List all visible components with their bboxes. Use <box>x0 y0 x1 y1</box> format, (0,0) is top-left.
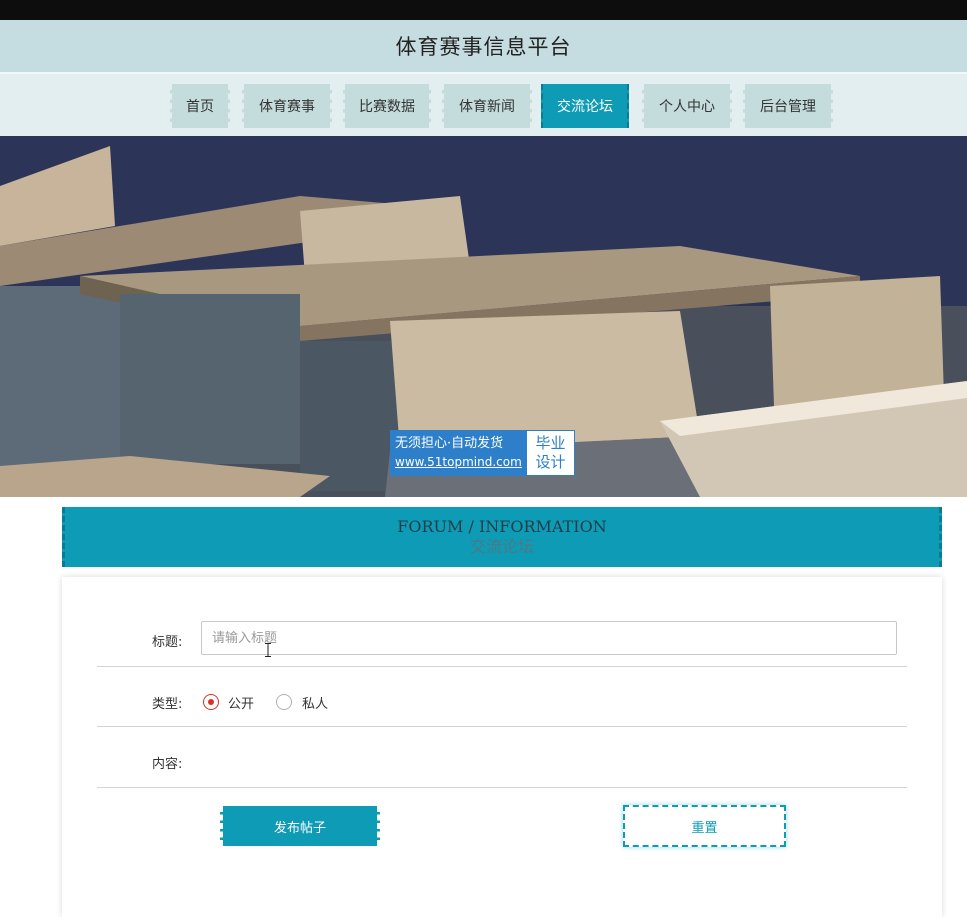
text-cursor-icon <box>265 643 271 657</box>
content-label: 内容: <box>152 757 183 772</box>
watermark-badge: 无须担心·自动发货 www.51topmind.com 毕业 设计 <box>390 430 575 476</box>
title-label: 标题: <box>152 635 183 650</box>
radio-public-label[interactable]: 公开 <box>228 693 254 712</box>
nav-admin[interactable]: 后台管理 <box>743 84 833 128</box>
nav-sports-news[interactable]: 体育新闻 <box>442 84 532 128</box>
section-title-en: FORUM / INFORMATION <box>397 517 607 536</box>
watermark-url: www.51topmind.com <box>395 455 522 469</box>
watermark-right-line2: 设计 <box>535 453 566 471</box>
site-header: 体育赛事信息平台 <box>0 20 967 72</box>
watermark-line1: 无须担心·自动发货 <box>395 436 504 451</box>
nav-home[interactable]: 首页 <box>170 84 230 128</box>
nav-match-data[interactable]: 比赛数据 <box>343 84 431 128</box>
watermark-right: 毕业 设计 <box>526 430 575 476</box>
reset-button[interactable]: 重置 <box>623 805 786 847</box>
title-input[interactable] <box>201 621 897 655</box>
section-title-zh: 交流论坛 <box>469 537 534 556</box>
nav-sports-events[interactable]: 体育赛事 <box>242 84 332 128</box>
post-form-card: 标题: 类型: 公开 私人 内容: 发布帖子 重置 <box>62 577 942 917</box>
top-strip <box>0 0 967 20</box>
type-row: 类型: 公开 私人 <box>97 667 907 727</box>
banner-image: 无须担心·自动发货 www.51topmind.com 毕业 设计 <box>0 136 967 497</box>
watermark-left: 无须担心·自动发货 www.51topmind.com <box>390 430 526 476</box>
section-header: FORUM / INFORMATION 交流论坛 <box>62 507 942 567</box>
main-nav: 首页 体育赛事 比赛数据 体育新闻 交流论坛 个人中心 后台管理 <box>0 72 967 138</box>
content-row: 内容: <box>97 727 907 788</box>
nav-forum[interactable]: 交流论坛 <box>541 84 629 128</box>
type-label: 类型: <box>152 697 183 712</box>
site-title: 体育赛事信息平台 <box>395 35 572 59</box>
radio-private[interactable] <box>276 694 292 710</box>
nav-personal-center[interactable]: 个人中心 <box>642 84 732 128</box>
radio-private-label[interactable]: 私人 <box>302 693 328 712</box>
title-row: 标题: <box>97 621 907 667</box>
radio-public[interactable] <box>203 694 219 710</box>
watermark-right-line1: 毕业 <box>535 434 566 452</box>
publish-post-button[interactable]: 发布帖子 <box>220 806 380 846</box>
